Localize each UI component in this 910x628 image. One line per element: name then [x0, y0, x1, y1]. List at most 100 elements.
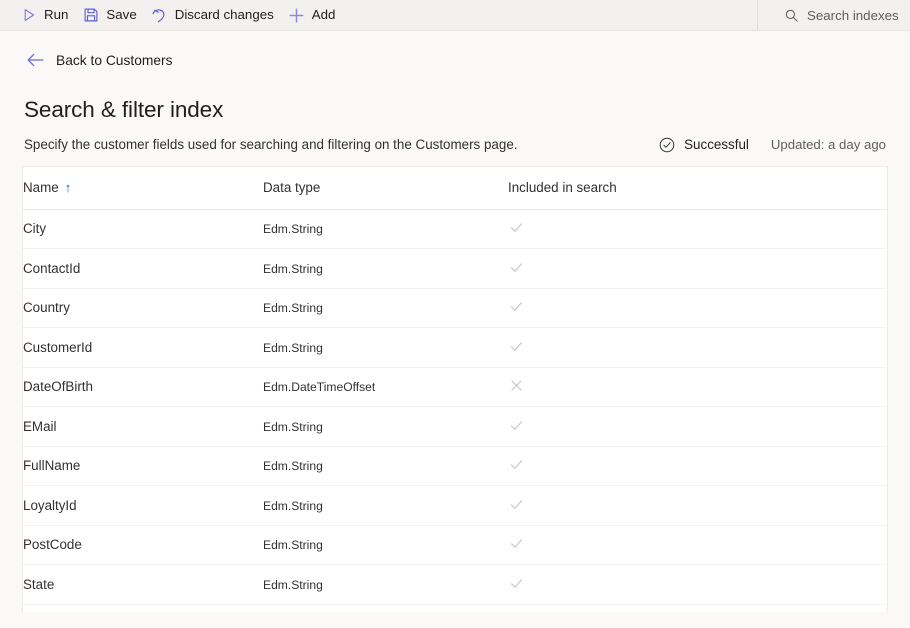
checkmark-icon — [508, 220, 524, 236]
checkmark-icon — [508, 299, 524, 315]
field-name-cell: Country — [23, 288, 263, 328]
table-header: Name↑ Data type Included in search — [23, 167, 887, 209]
field-name-cell: City — [23, 209, 263, 249]
search-indexes-box[interactable] — [758, 0, 910, 31]
cross-icon — [508, 378, 524, 394]
discard-changes-icon — [151, 7, 168, 24]
field-data-type-label: Edm.String — [263, 420, 323, 434]
field-name-cell: FullName — [23, 446, 263, 486]
column-header-data-type-label: Data type — [263, 180, 320, 195]
column-header-included-in-search[interactable]: Included in search — [508, 167, 887, 209]
add-button-label: Add — [312, 8, 336, 21]
page-subheader-row: Specify the customer fields used for sea… — [24, 136, 886, 154]
field-data-type-label: Edm.String — [263, 499, 323, 513]
field-data-type-cell: Edm.String — [263, 486, 508, 526]
field-data-type-label: Edm.String — [263, 262, 323, 276]
included-in-search-cell[interactable] — [508, 288, 887, 328]
arrow-left-icon — [26, 51, 44, 69]
field-data-type-cell: Edm.String — [263, 288, 508, 328]
table-row[interactable]: CityEdm.String — [23, 209, 887, 249]
field-data-type-label: Edm.String — [263, 578, 323, 592]
included-in-search-cell[interactable] — [508, 328, 887, 368]
field-data-type-cell: Edm.String — [263, 249, 508, 289]
field-name-cell: ContactId — [23, 249, 263, 289]
status-badge: Successful — [658, 136, 749, 153]
field-data-type-label: Edm.String — [263, 538, 323, 552]
field-data-type-label: Edm.String — [263, 301, 323, 315]
table-body: CityEdm.StringContactIdEdm.StringCountry… — [23, 209, 887, 604]
field-name-cell: State — [23, 565, 263, 605]
column-header-data-type[interactable]: Data type — [263, 167, 508, 209]
command-toolbar: Run Save Discard changes — [0, 0, 910, 31]
last-updated-text: Updated: a day ago — [771, 137, 886, 152]
included-in-search-cell[interactable] — [508, 525, 887, 565]
run-button[interactable]: Run — [16, 0, 78, 31]
index-fields-table: Name↑ Data type Included in search CityE… — [23, 167, 887, 605]
field-name-cell: DateOfBirth — [23, 367, 263, 407]
discard-changes-button-label: Discard changes — [175, 8, 274, 21]
included-in-search-cell[interactable] — [508, 407, 887, 447]
field-data-type-cell: Edm.String — [263, 525, 508, 565]
field-data-type-cell: Edm.String — [263, 407, 508, 447]
save-button[interactable]: Save — [78, 0, 146, 31]
included-in-search-cell[interactable] — [508, 565, 887, 605]
checkmark-icon — [508, 417, 524, 433]
field-data-type-cell: Edm.String — [263, 565, 508, 605]
column-header-name[interactable]: Name↑ — [23, 167, 263, 209]
table-row[interactable]: DateOfBirthEdm.DateTimeOffset — [23, 367, 887, 407]
field-name-cell: LoyaltyId — [23, 486, 263, 526]
field-data-type-label: Edm.DateTimeOffset — [263, 380, 375, 394]
included-in-search-cell[interactable] — [508, 249, 887, 289]
table-header-row: Name↑ Data type Included in search — [23, 167, 887, 209]
field-data-type-cell: Edm.DateTimeOffset — [263, 367, 508, 407]
status-badge-label: Successful — [684, 137, 749, 152]
toolbar-command-group: Run Save Discard changes — [0, 0, 345, 30]
table-row[interactable]: FullNameEdm.String — [23, 446, 887, 486]
back-to-customers-label: Back to Customers — [56, 53, 173, 68]
table-row[interactable]: PostCodeEdm.String — [23, 525, 887, 565]
field-name-cell: CustomerId — [23, 328, 263, 368]
page-subtitle: Specify the customer fields used for sea… — [24, 136, 518, 154]
back-navigation-bar: Back to Customers — [0, 31, 910, 72]
back-to-customers-link[interactable]: Back to Customers — [24, 48, 175, 72]
checkmark-icon — [508, 457, 524, 473]
column-header-name-label: Name — [23, 180, 59, 195]
field-data-type-label: Edm.String — [263, 222, 323, 236]
included-in-search-cell[interactable] — [508, 367, 887, 407]
checkmark-icon — [508, 338, 524, 354]
checkmark-circle-icon — [658, 136, 675, 153]
included-in-search-cell[interactable] — [508, 446, 887, 486]
table-row[interactable]: ContactIdEdm.String — [23, 249, 887, 289]
table-row[interactable]: CustomerIdEdm.String — [23, 328, 887, 368]
index-fields-table-card: Name↑ Data type Included in search CityE… — [22, 166, 888, 612]
page-title: Search & filter index — [24, 96, 886, 123]
included-in-search-cell[interactable] — [508, 209, 887, 249]
save-icon — [82, 7, 99, 24]
field-name-cell: EMail — [23, 407, 263, 447]
field-data-type-label: Edm.String — [263, 341, 323, 355]
add-button[interactable]: Add — [284, 0, 346, 31]
search-input[interactable] — [807, 8, 898, 23]
run-icon — [20, 7, 37, 24]
checkmark-icon — [508, 575, 524, 591]
table-row[interactable]: EMailEdm.String — [23, 407, 887, 447]
search-icon — [784, 9, 798, 23]
checkmark-icon — [508, 536, 524, 552]
page-header: Search & filter index Specify the custom… — [0, 72, 910, 154]
field-data-type-cell: Edm.String — [263, 209, 508, 249]
field-data-type-cell: Edm.String — [263, 446, 508, 486]
index-status-group: Successful Updated: a day ago — [658, 136, 886, 154]
checkmark-icon — [508, 496, 524, 512]
column-header-included-in-search-label: Included in search — [508, 180, 617, 195]
add-icon — [288, 7, 305, 24]
table-row[interactable]: CountryEdm.String — [23, 288, 887, 328]
table-row[interactable]: LoyaltyIdEdm.String — [23, 486, 887, 526]
save-button-label: Save — [106, 8, 136, 21]
checkmark-icon — [508, 259, 524, 275]
table-row[interactable]: StateEdm.String — [23, 565, 887, 605]
discard-changes-button[interactable]: Discard changes — [147, 0, 284, 31]
field-data-type-cell: Edm.String — [263, 328, 508, 368]
run-button-label: Run — [44, 8, 68, 21]
field-data-type-label: Edm.String — [263, 459, 323, 473]
included-in-search-cell[interactable] — [508, 486, 887, 526]
